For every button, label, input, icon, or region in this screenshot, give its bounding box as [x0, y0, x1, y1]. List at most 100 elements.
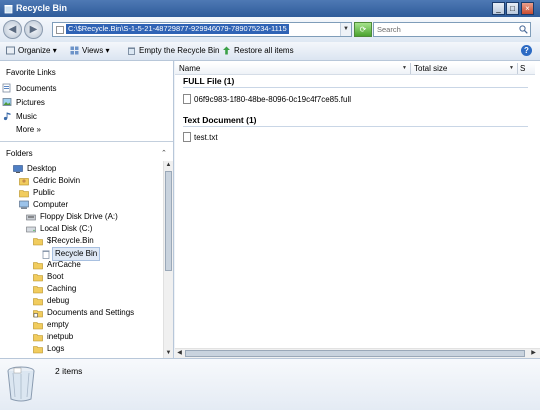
column-total-size[interactable]: Total size	[414, 64, 447, 73]
horizontal-scrollbar[interactable]: ◀ ▶	[175, 348, 540, 358]
tree-item-debug[interactable]: debug	[33, 295, 69, 307]
views-icon	[70, 46, 79, 55]
tree-label: Logs	[47, 344, 65, 353]
scroll-down-icon[interactable]: ▼	[164, 349, 173, 358]
more-favorites-link[interactable]: More »	[16, 125, 41, 134]
tree-item-local-disk[interactable]: Local Disk (C:)	[26, 223, 93, 235]
file-name: 06f9c983-1f80-48be-8096-0c19c4f7ce85.ful…	[194, 95, 352, 104]
tree-label: inetpub	[47, 332, 74, 341]
minimize-button[interactable]: _	[492, 2, 505, 15]
go-button[interactable]: ⟳	[354, 22, 372, 37]
tree-item-floppy[interactable]: Floppy Disk Drive (A:)	[26, 211, 118, 223]
chevron-down-icon[interactable]: ▼	[401, 64, 408, 72]
tree-item-boot[interactable]: Boot	[33, 271, 64, 283]
folder-icon	[33, 262, 43, 270]
tree-label: Floppy Disk Drive (A:)	[40, 212, 118, 221]
forward-button[interactable]: ▶	[24, 20, 43, 39]
tree-item-user[interactable]: Cédric Boivin	[19, 175, 80, 187]
scroll-up-icon[interactable]: ▲	[164, 161, 173, 170]
restore-icon	[223, 46, 230, 55]
close-button[interactable]: ×	[521, 2, 534, 15]
group-divider	[183, 126, 528, 127]
tree-item-arrcache[interactable]: ArrCache	[33, 259, 81, 271]
pane-splitter[interactable]	[0, 141, 173, 142]
column-name[interactable]: Name	[179, 64, 200, 73]
list-item[interactable]: 06f9c983-1f80-48be-8096-0c19c4f7ce85.ful…	[183, 94, 351, 104]
tree-item-empty[interactable]: empty	[33, 319, 69, 331]
scroll-right-icon[interactable]: ▶	[529, 349, 538, 358]
favorite-item-music[interactable]: Music	[3, 112, 37, 121]
help-icon[interactable]: ?	[521, 45, 532, 56]
chevron-down-icon: ▾	[52, 46, 57, 55]
group-divider	[183, 87, 528, 88]
back-button[interactable]: ◀	[3, 20, 22, 39]
empty-label: Empty the Recycle Bin	[139, 46, 220, 55]
user-folder-icon	[19, 178, 29, 186]
tree-label: Recycle Bin	[55, 249, 98, 258]
tree-item-logs[interactable]: Logs	[33, 343, 65, 355]
column-divider[interactable]	[410, 63, 411, 74]
scrollbar-thumb[interactable]	[185, 350, 525, 357]
recycle-bin-icon	[42, 250, 50, 259]
tree-label: Public	[33, 188, 55, 197]
folder-icon	[33, 334, 43, 342]
hard-drive-icon	[26, 226, 36, 233]
file-list-pane: Name ▼ Total size ▼ S FULL File (1) 06f9…	[175, 61, 540, 358]
chevron-down-icon: ▾	[105, 46, 110, 55]
folder-icon	[33, 238, 43, 246]
folder-icon	[19, 190, 29, 198]
file-name: test.txt	[194, 133, 218, 142]
group-header[interactable]: FULL File (1)	[183, 76, 234, 86]
favorite-item-documents[interactable]: Documents	[2, 83, 57, 93]
search-input[interactable]: Search	[373, 22, 531, 37]
title-bar: Recycle Bin _ □ ×	[0, 0, 540, 17]
tree-item-desktop[interactable]: Desktop	[13, 163, 56, 175]
column-s[interactable]: S	[520, 64, 525, 73]
favorite-label: Documents	[16, 84, 57, 93]
group-header[interactable]: Text Document (1)	[183, 115, 257, 125]
navigation-pane: Favorite Links Documents Pictures Music …	[0, 61, 174, 358]
organize-button[interactable]: Organize ▾	[6, 45, 57, 57]
favorite-item-pictures[interactable]: Pictures	[2, 98, 45, 107]
folder-tree: Desktop Cédric Boivin Public Computer Fl…	[0, 161, 163, 358]
restore-all-button[interactable]: Restore all items	[222, 45, 294, 57]
tree-item-inetpub[interactable]: inetpub	[33, 331, 74, 343]
tree-label: Boot	[47, 272, 64, 281]
floppy-drive-icon	[26, 214, 36, 221]
column-divider[interactable]	[517, 63, 518, 74]
list-item[interactable]: test.txt	[183, 132, 218, 142]
tree-label: Local Disk (C:)	[40, 224, 93, 233]
tree-item-computer[interactable]: Computer	[19, 199, 69, 211]
tree-item-documents-and-settings[interactable]: Documents and Settings	[33, 307, 134, 319]
empty-bin-icon	[128, 47, 135, 55]
folder-icon	[33, 274, 43, 282]
file-icon	[183, 94, 191, 104]
views-button[interactable]: Views ▾	[70, 45, 109, 57]
address-bar-area: ◀ ▶ C:\$Recycle.Bin\S-1-5-21-48729877-92…	[0, 17, 540, 43]
text-file-icon	[183, 132, 191, 142]
folder-icon	[33, 346, 43, 354]
chevron-down-icon[interactable]: ▼	[508, 64, 515, 72]
scrollbar-thumb[interactable]	[165, 171, 172, 271]
chevron-up-icon[interactable]: ⌃	[161, 149, 167, 157]
documents-icon	[2, 83, 11, 93]
recycle-bin-icon	[4, 5, 13, 14]
scroll-left-icon[interactable]: ◀	[175, 349, 184, 358]
folder-icon	[33, 322, 43, 330]
favorite-label: Music	[16, 112, 37, 121]
address-field[interactable]: C:\$Recycle.Bin\S-1-5-21-48729877-929946…	[52, 22, 352, 37]
tree-item-caching[interactable]: Caching	[33, 283, 76, 295]
item-count: 2 items	[55, 366, 83, 376]
tree-label: ArrCache	[47, 260, 81, 269]
tree-item-public[interactable]: Public	[19, 187, 55, 199]
tree-label: Computer	[33, 200, 69, 209]
folder-icon	[56, 26, 64, 34]
tree-item-recycle-bin-folder[interactable]: $Recycle.Bin	[33, 235, 94, 247]
empty-recycle-bin-button[interactable]: Empty the Recycle Bin	[127, 45, 219, 57]
maximize-button[interactable]: □	[506, 2, 519, 15]
address-dropdown-button[interactable]: ▼	[340, 23, 351, 36]
search-icon[interactable]	[519, 25, 528, 34]
folders-heading: Folders	[6, 149, 33, 158]
pictures-icon	[2, 98, 12, 106]
folder-tree-scrollbar[interactable]: ▲ ▼	[163, 161, 173, 358]
